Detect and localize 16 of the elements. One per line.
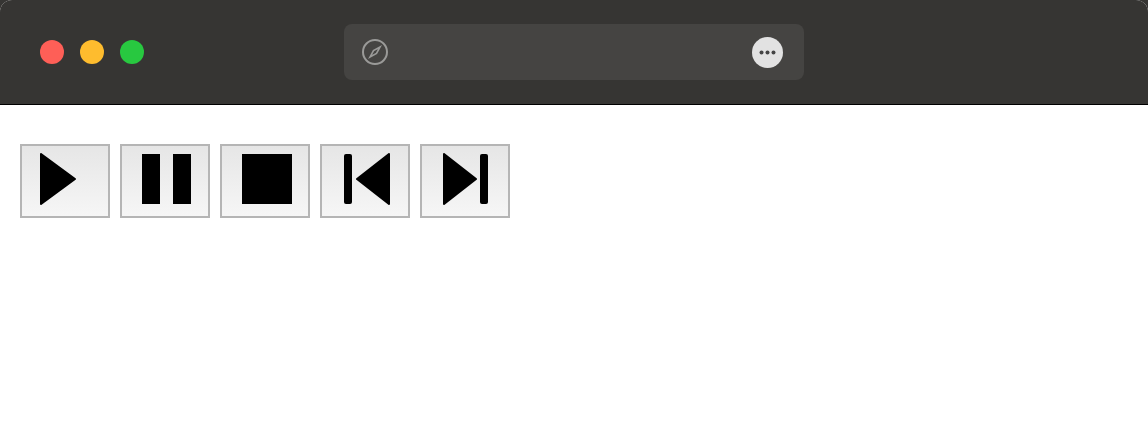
previous-icon [344, 153, 390, 205]
stop-button[interactable] [220, 144, 310, 218]
stop-icon [242, 154, 292, 204]
next-icon [443, 153, 488, 205]
pause-button[interactable] [120, 144, 210, 218]
more-icon[interactable] [752, 36, 783, 68]
compass-icon [361, 38, 389, 66]
minimize-button[interactable] [80, 40, 104, 64]
address-bar[interactable] [344, 24, 804, 80]
close-button[interactable] [40, 40, 64, 64]
zoom-button[interactable] [120, 40, 144, 64]
play-button[interactable] [20, 144, 110, 218]
pause-icon [142, 154, 191, 204]
previous-button[interactable] [320, 144, 410, 218]
next-button[interactable] [420, 144, 510, 218]
play-icon [40, 153, 76, 205]
